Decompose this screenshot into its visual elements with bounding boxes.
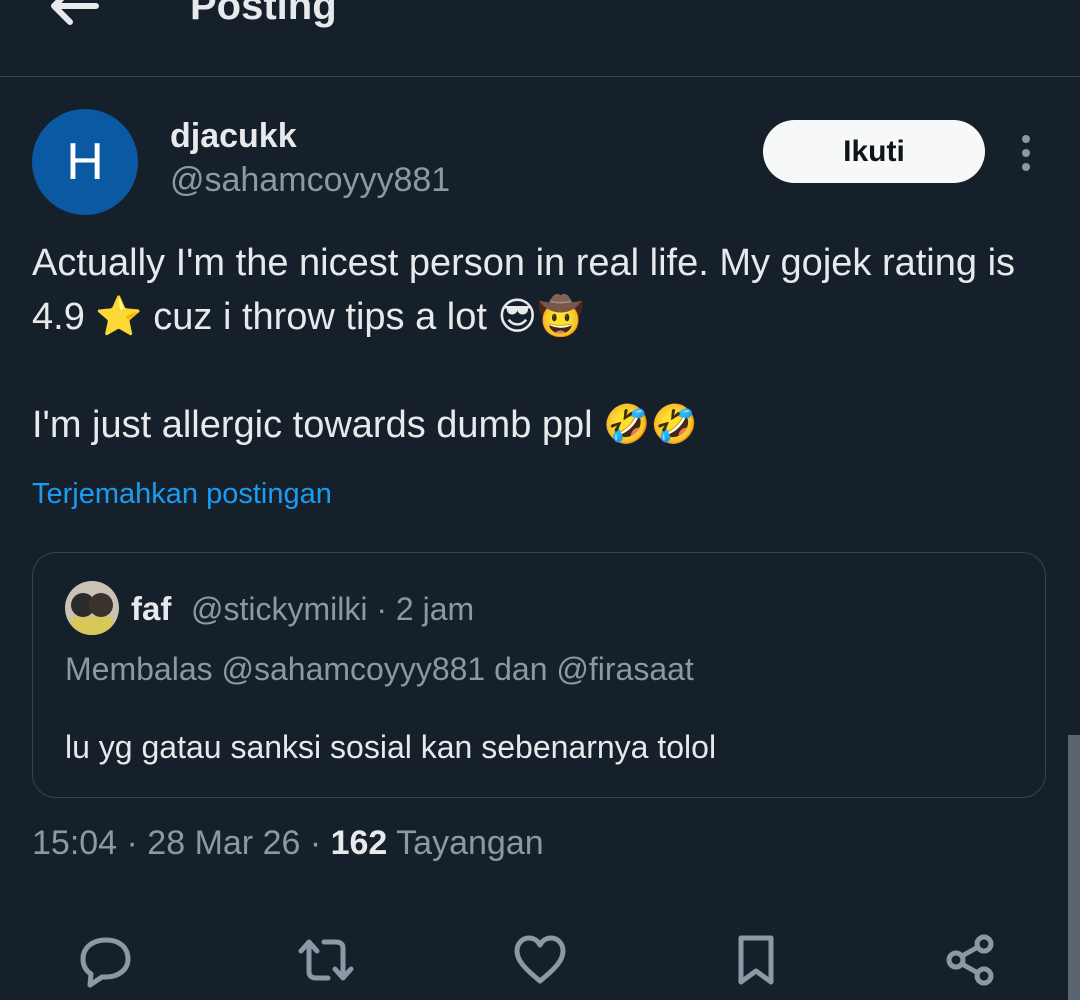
share-icon xyxy=(946,934,994,986)
reply-button[interactable] xyxy=(76,930,136,990)
top-bar: Posting xyxy=(0,0,1080,77)
post-timestamp: 15:04 · 28 Mar 26 · xyxy=(32,824,331,862)
post-stats: 15:04 · 28 Mar 26 · 162 Tayangan xyxy=(32,822,544,864)
repost-button[interactable] xyxy=(296,930,356,990)
post-text-paragraph-2: I'm just allergic towards dumb ppl 🤣🤣 xyxy=(32,404,698,446)
post-text-paragraph-1: Actually I'm the nicest person in real l… xyxy=(32,242,1016,338)
translate-link[interactable]: Terjemahkan postingan xyxy=(32,474,332,514)
arrow-left-icon[interactable] xyxy=(48,0,100,26)
quoted-avatar[interactable] xyxy=(65,581,119,635)
scrollbar[interactable] xyxy=(1068,735,1080,1000)
bookmark-icon xyxy=(738,935,774,985)
like-button[interactable] xyxy=(510,930,570,990)
quoted-post[interactable]: faf @stickymilki · 2 jam Membalas @saham… xyxy=(32,552,1046,798)
more-vertical-icon[interactable] xyxy=(1012,133,1040,173)
views-count[interactable]: 162 xyxy=(331,824,388,862)
follow-button[interactable]: Ikuti xyxy=(763,120,985,183)
bookmark-button[interactable] xyxy=(726,930,786,990)
share-button[interactable] xyxy=(940,930,1000,990)
quoted-author-meta: @stickymilki · 2 jam xyxy=(191,591,475,627)
repost-icon xyxy=(298,939,354,981)
quoted-author-name[interactable]: faf xyxy=(131,589,171,629)
like-icon xyxy=(514,935,566,984)
avatar[interactable]: H xyxy=(32,109,138,215)
reply-icon xyxy=(80,937,131,988)
avatar-letter: H xyxy=(66,133,104,191)
views-label: Tayangan xyxy=(387,824,544,862)
author-handle[interactable]: @sahamcoyyy881 xyxy=(170,160,450,200)
quoted-text: lu yg gatau sanksi sosial kan sebenarnya… xyxy=(65,729,717,765)
post-text: Actually I'm the nicest person in real l… xyxy=(32,236,1042,452)
author-name[interactable]: djacukk xyxy=(170,116,297,156)
page-title: Posting xyxy=(190,0,337,28)
quoted-reply-to: Membalas @sahamcoyyy881 dan @firasaat xyxy=(65,651,694,687)
